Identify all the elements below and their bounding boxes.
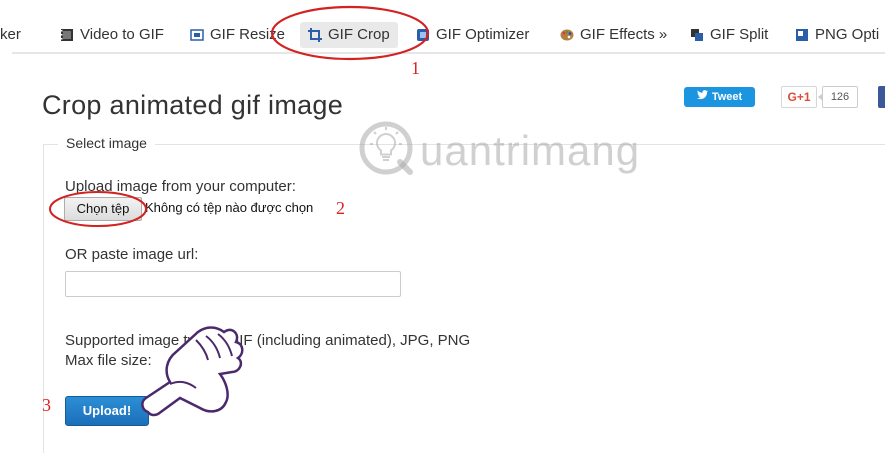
palette-icon: [560, 28, 574, 42]
facebook-like-button[interactable]: [878, 86, 885, 108]
film-icon: [60, 28, 74, 42]
nav-item-gif-split[interactable]: GIF Split: [690, 22, 768, 48]
max-file-size-text: Max file size:: [65, 352, 152, 369]
image-url-input[interactable]: [65, 271, 401, 297]
nav-item-png-optimizer[interactable]: PNG Opti: [795, 22, 879, 48]
url-label: OR paste image url:: [65, 246, 199, 263]
upload-button[interactable]: Upload!: [65, 396, 149, 426]
tweet-label: Tweet: [711, 91, 743, 103]
optimizer-icon: [416, 28, 430, 42]
png-icon: [795, 28, 809, 42]
nav-item-label: PNG Opti: [815, 26, 880, 43]
nav-item-gif-effects[interactable]: GIF Effects »: [560, 22, 667, 48]
choose-file-button[interactable]: Chọn tệp: [64, 197, 142, 221]
nav-item-label: Video to GIF: [80, 26, 164, 43]
nav-item-gif-optimizer[interactable]: GIF Optimizer: [416, 22, 529, 48]
nav-item-gif-crop[interactable]: GIF Crop: [300, 22, 398, 48]
nav-item-label: ker: [0, 26, 21, 43]
nav-item-label: GIF Resize: [210, 26, 286, 43]
nav-item-maker[interactable]: ker: [0, 22, 21, 48]
nav-item-label: GIF Optimizer: [436, 26, 530, 43]
split-icon: [690, 28, 704, 42]
supported-types-text: Supported image types: GIF (including an…: [65, 332, 471, 349]
tweet-button[interactable]: Tweet: [684, 87, 755, 107]
step-number-2: 2: [336, 198, 345, 218]
nav-item-label: GIF Effects »: [580, 26, 668, 43]
fieldset-legend: Select image: [58, 135, 155, 151]
nav-item-video-to-gif[interactable]: Video to GIF: [60, 22, 164, 48]
upload-label: Upload image from your computer:: [65, 178, 296, 195]
gplus-count: 126: [818, 86, 858, 108]
file-status-text: Không có tệp nào được chọn: [145, 200, 314, 215]
crop-icon: [308, 28, 322, 42]
nav-item-label: GIF Split: [710, 26, 769, 43]
gplus-button[interactable]: G+1: [781, 86, 817, 108]
nav-item-gif-resize[interactable]: GIF Resize: [190, 22, 285, 48]
step-number-3: 3: [42, 395, 51, 415]
twitter-bird-icon: [696, 87, 708, 107]
resize-icon: [190, 28, 204, 42]
nav-divider: [12, 52, 885, 54]
page-title: Crop animated gif image: [42, 90, 344, 120]
nav-item-label: GIF Crop: [328, 26, 390, 43]
top-nav: ker Video to GIF GIF Resize GIF Crop GIF…: [0, 0, 885, 60]
step-number-1: 1: [411, 58, 420, 78]
